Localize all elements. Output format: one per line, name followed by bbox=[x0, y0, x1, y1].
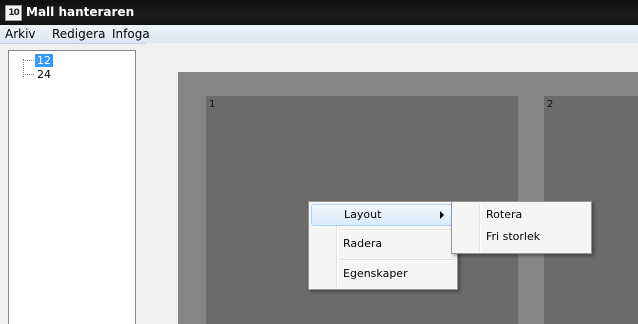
title-bar[interactable]: 10 Mall hanteraren bbox=[0, 0, 638, 26]
menu-infoga[interactable]: Infoga bbox=[109, 26, 153, 42]
context-item-radera[interactable]: Radera bbox=[311, 233, 455, 255]
tree-node-label: 24 bbox=[37, 68, 51, 81]
layout-submenu: Rotera Fri storlek bbox=[451, 201, 592, 254]
submenu-item-fri-storlek[interactable]: Fri storlek bbox=[454, 226, 589, 248]
tree-branch-line bbox=[23, 60, 34, 61]
menu-bar: Arkiv Redigera Infoga bbox=[0, 25, 638, 44]
app-window: 10 Mall hanteraren Arkiv Redigera Infoga… bbox=[0, 0, 638, 324]
submenu-item-label: Fri storlek bbox=[486, 230, 541, 243]
tree-branch-line bbox=[23, 74, 34, 75]
menu-redigera[interactable]: Redigera bbox=[49, 26, 108, 42]
template-tree[interactable]: 12 24 bbox=[8, 50, 136, 324]
submenu-item-rotera[interactable]: Rotera bbox=[454, 204, 589, 226]
window-title: Mall hanteraren bbox=[26, 5, 135, 19]
menu-separator bbox=[339, 229, 455, 231]
context-item-label: Layout bbox=[344, 208, 382, 221]
context-item-layout[interactable]: Layout bbox=[311, 204, 455, 226]
page-number: 1 bbox=[209, 99, 216, 110]
context-item-egenskaper[interactable]: Egenskaper bbox=[311, 263, 455, 285]
menu-separator bbox=[339, 259, 455, 261]
app-icon: 10 bbox=[5, 5, 22, 21]
menu-arkiv[interactable]: Arkiv bbox=[2, 26, 39, 42]
submenu-item-label: Rotera bbox=[486, 208, 523, 221]
tree-node-label: 12 bbox=[35, 54, 53, 67]
page-number: 2 bbox=[547, 99, 554, 110]
submenu-arrow-icon bbox=[440, 211, 444, 219]
context-item-label: Radera bbox=[343, 237, 383, 250]
context-menu: Layout Radera Egenskaper bbox=[308, 201, 458, 290]
context-item-label: Egenskaper bbox=[343, 267, 408, 280]
